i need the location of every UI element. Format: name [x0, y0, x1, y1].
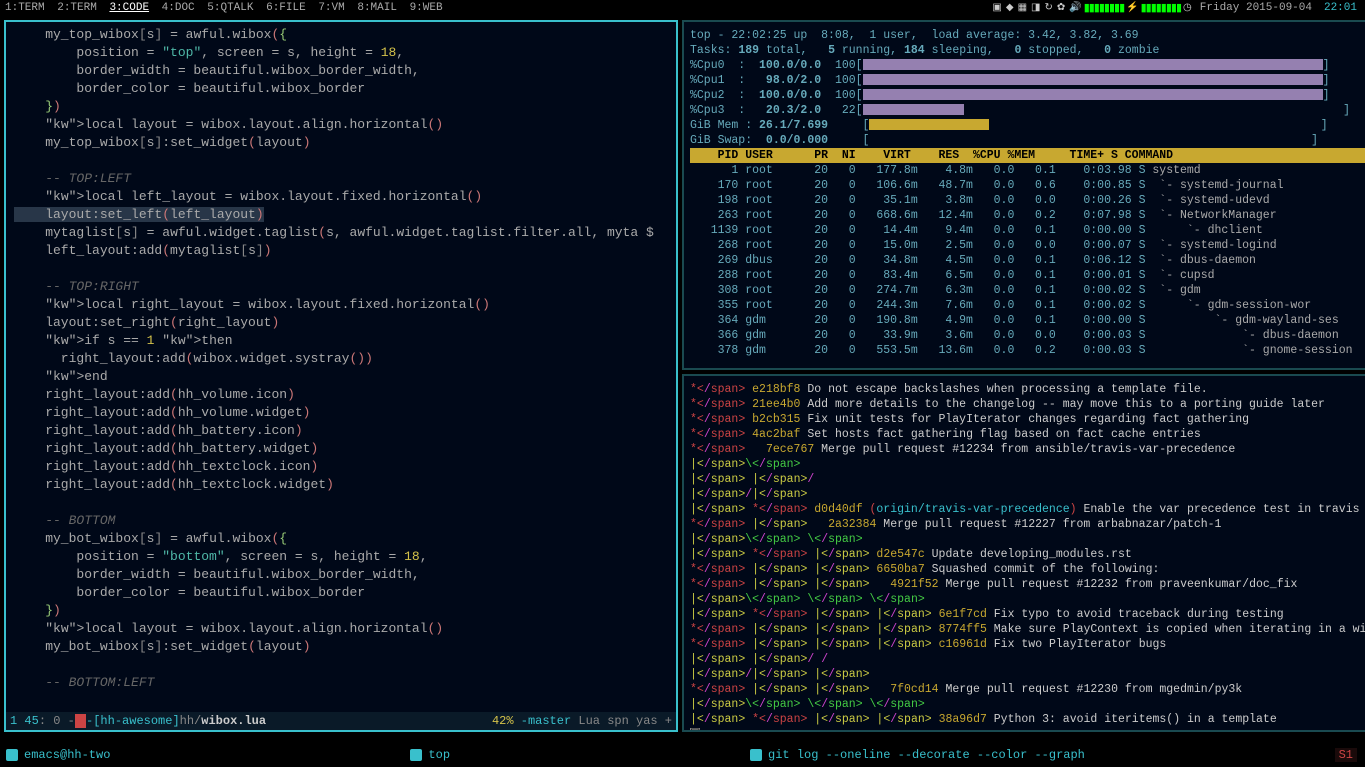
- git-commit-line: *</span> |</span> |</span> |</span> c169…: [690, 637, 1365, 652]
- time-label: 22:01: [1318, 2, 1363, 14]
- app-icon: [410, 749, 422, 761]
- git-log: *</span> e218bf8 Do not escape backslash…: [690, 382, 1365, 732]
- line-number: 1 45: [10, 714, 39, 728]
- git-commit-line: |</span> *</span> |</span> |</span> 6e1f…: [690, 607, 1365, 622]
- process-row: 269 dbus 20 0 34.8m 4.5m 0.0 0.1 0:06.12…: [690, 253, 1365, 268]
- process-header: PID USER PR NI VIRT RES %CPU %MEM TIME+ …: [690, 148, 1365, 163]
- tray-icon[interactable]: ▦: [1016, 2, 1029, 14]
- workspace-tag[interactable]: 1:TERM: [2, 2, 48, 14]
- git-commit-line: *</span> |</span> |</span> 4921f52 Merge…: [690, 577, 1365, 592]
- process-row: 263 root 20 0 668.6m 12.4m 0.0 0.2 0:07.…: [690, 208, 1365, 223]
- taskbar[interactable]: emacs@hh-two top git log --oneline --dec…: [0, 743, 1365, 767]
- battery-bar: ▮▮▮▮▮▮▮▮: [1141, 1, 1181, 15]
- scroll-percent: 42%: [492, 714, 514, 728]
- tray-icon[interactable]: ✿: [1055, 2, 1067, 14]
- modified-flag: M: [75, 714, 86, 728]
- workspace-tag[interactable]: 8:MAIL: [354, 2, 400, 14]
- git-commit-line: *</span> b2cb315 Fix unit tests for Play…: [690, 412, 1365, 427]
- task-emacs[interactable]: emacs@hh-two: [6, 748, 110, 762]
- git-commit-line: |</span> |</span>/ /: [690, 652, 1365, 667]
- top-bar: 1:TERM 2:TERM 3:CODE 4:DOC 5:QTALK 6:FIL…: [0, 0, 1365, 16]
- workspace-tag[interactable]: 5:QTALK: [204, 2, 256, 14]
- process-row: 268 root 20 0 15.0m 2.5m 0.0 0.0 0:00.07…: [690, 238, 1365, 253]
- task-top[interactable]: top: [410, 748, 450, 762]
- workspace-tag[interactable]: 3:CODE: [106, 2, 152, 14]
- tray-icon[interactable]: ↻: [1042, 2, 1054, 14]
- date-label: Friday 2015-09-04: [1194, 2, 1318, 14]
- git-commit-line: |</span> *</span> |</span> |</span> 38a9…: [690, 712, 1365, 727]
- git-commit-line: |</span>\</span> \</span> \</span>: [690, 697, 1365, 712]
- process-row: 1139 root 20 0 14.4m 9.4m 0.0 0.1 0:00.0…: [690, 223, 1365, 238]
- emacs-window[interactable]: my_top_wibox[s] = awful.wibox({ position…: [4, 20, 678, 732]
- task-git[interactable]: git log --oneline --decorate --color --g…: [750, 748, 1085, 762]
- process-row: 355 root 20 0 244.3m 7.6m 0.0 0.1 0:00.0…: [690, 298, 1365, 313]
- minor-modes: spn yas +: [607, 714, 672, 728]
- process-row: 364 gdm 20 0 190.8m 4.9m 0.0 0.1 0:00.00…: [690, 313, 1365, 328]
- git-commit-line: |</span> *</span> d0d40df (origin/travis…: [690, 502, 1365, 517]
- git-commit-line: *</span> |</span> |</span> 6650ba7 Squas…: [690, 562, 1365, 577]
- clock-icon: ◷: [1181, 2, 1194, 14]
- process-row: 378 gdm 20 0 553.5m 13.6m 0.0 0.2 0:00.0…: [690, 343, 1365, 358]
- git-commit-line: |</span>\</span> \</span>: [690, 532, 1365, 547]
- column: : 0 -: [39, 714, 75, 728]
- workspace-tag[interactable]: 9:WEB: [407, 2, 446, 14]
- git-commit-line: *</span> 21ee4b0 Add more details to the…: [690, 397, 1365, 412]
- git-commit-line: |</span>/|</span>: [690, 487, 1365, 502]
- emacs-modeline: 1 45 : 0 - M -[hh-awesome] hh/ wibox.lua…: [6, 712, 676, 730]
- file-path: hh/: [180, 714, 202, 728]
- git-commit-line: |</span>/|</span> |</span>: [690, 667, 1365, 682]
- status-badge: S1: [1335, 748, 1357, 762]
- battery-icon[interactable]: ⚡: [1124, 2, 1140, 14]
- tray-icon[interactable]: ▣: [990, 2, 1003, 14]
- volume-icon[interactable]: 🔊: [1067, 2, 1083, 14]
- app-icon: [6, 749, 18, 761]
- workspace-tag[interactable]: 4:DOC: [159, 2, 198, 14]
- git-commit-line: *</span> 4ac2baf Set hosts fact gatherin…: [690, 427, 1365, 442]
- process-row: 1 root 20 0 177.8m 4.8m 0.0 0.1 0:03.98 …: [690, 163, 1365, 178]
- git-commit-line: *</span> e218bf8 Do not escape backslash…: [690, 382, 1365, 397]
- top-terminal[interactable]: top - 22:02:25 up 8:08, 1 user, load ave…: [682, 20, 1365, 370]
- git-commit-line: *</span> |</span> |</span> 7f0cd14 Merge…: [690, 682, 1365, 697]
- process-row: 308 root 20 0 274.7m 6.3m 0.0 0.1 0:00.0…: [690, 283, 1365, 298]
- process-row: 366 gdm 20 0 33.9m 3.6m 0.0 0.0 0:00.03 …: [690, 328, 1365, 343]
- project-name: -[hh-awesome]: [86, 714, 180, 728]
- workspace-tag[interactable]: 2:TERM: [54, 2, 100, 14]
- process-row: 198 root 20 0 35.1m 3.8m 0.0 0.0 0:00.26…: [690, 193, 1365, 208]
- process-row: 288 root 20 0 83.4m 6.5m 0.0 0.1 0:00.01…: [690, 268, 1365, 283]
- git-terminal[interactable]: *</span> e218bf8 Do not escape backslash…: [682, 374, 1365, 732]
- git-commit-line: |</span> |</span>/: [690, 472, 1365, 487]
- file-name: wibox.lua: [201, 714, 266, 728]
- git-commit-line: |</span>\</span>: [690, 457, 1365, 472]
- volume-bar: ▮▮▮▮▮▮▮▮: [1084, 1, 1124, 15]
- git-commit-line: *</span> |</span> 2a32384 Merge pull req…: [690, 517, 1365, 532]
- tray-icon[interactable]: ◆: [1004, 2, 1016, 14]
- git-commit-line: *</span> |</span> |</span> |</span> 8774…: [690, 622, 1365, 637]
- vcs-branch: -master: [521, 714, 571, 728]
- process-row: 170 root 20 0 106.6m 48.7m 0.0 0.6 0:00.…: [690, 178, 1365, 193]
- workspace-tag[interactable]: 6:FILE: [263, 2, 309, 14]
- top-summary: top - 22:02:25 up 8:08, 1 user, load ave…: [690, 28, 1365, 148]
- git-commit-line: *</span> 7ece767 Merge pull request #122…: [690, 442, 1365, 457]
- major-mode: Lua: [578, 714, 600, 728]
- git-commit-line: |</span>\</span> \</span> \</span>: [690, 592, 1365, 607]
- git-commit-line: |</span> *</span> |</span> d2e547c Updat…: [690, 547, 1365, 562]
- tray-icon[interactable]: ◨: [1029, 2, 1042, 14]
- code-editor[interactable]: my_top_wibox[s] = awful.wibox({ position…: [6, 22, 676, 712]
- app-icon: [750, 749, 762, 761]
- process-list: 1 root 20 0 177.8m 4.8m 0.0 0.1 0:03.98 …: [690, 163, 1365, 358]
- workspace-tag[interactable]: 7:VM: [315, 2, 347, 14]
